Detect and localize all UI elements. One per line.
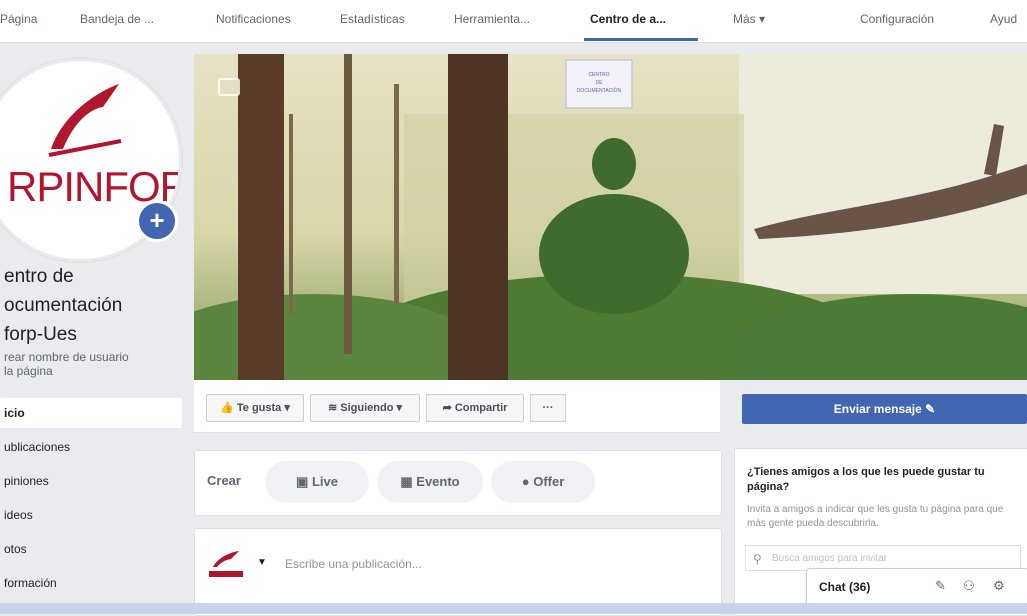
following-button[interactable]: ≋ Siguiendo ▾ [310, 394, 420, 422]
compose-icon[interactable]: ✎ [935, 578, 946, 594]
chevron-down-icon[interactable]: ▼ [257, 557, 267, 568]
calendar-icon: ▦ [400, 474, 413, 489]
bottom-status-bar [0, 603, 1027, 614]
sidebar-item-videos[interactable]: ideos [0, 500, 182, 530]
nav-tab-insights[interactable]: Estadísticas [340, 12, 405, 26]
create-event-button[interactable]: ▦ Evento [377, 461, 483, 503]
like-button-label: Te gusta ▾ [236, 402, 290, 414]
nav-tab-help[interactable]: Ayud [990, 12, 1017, 26]
create-username-link[interactable]: rear nombre de usuario la página [4, 350, 184, 378]
pencil-icon: ✎ [925, 402, 936, 416]
invite-question: ¿Tienes amigos a los que les puede gusta… [747, 466, 985, 493]
more-options-button[interactable]: ··· [530, 394, 566, 422]
page-sidebar-nav: icio ublicaciones piniones ideos otos fo… [0, 398, 182, 602]
create-post-card: Crear ▣ Live ▦ Evento ● Offer [194, 450, 722, 516]
cover-forest-mural: CENTRO DE DOCUMENTACIÓN [194, 54, 1027, 380]
nav-tab-settings[interactable]: Configuración [860, 12, 934, 26]
share-button[interactable]: ➦ Compartir [426, 394, 524, 422]
nav-tab-ad-center[interactable]: Centro de a... [590, 12, 666, 26]
svg-text:DE: DE [596, 80, 604, 86]
create-live-label: Live [311, 474, 338, 489]
sidebar-item-posts[interactable]: ublicaciones [0, 432, 182, 462]
add-people-icon[interactable]: ⚇ [963, 578, 975, 594]
invite-description: Invita a amigos a indicar que les gusta … [747, 504, 1004, 529]
page-title-line-3: forp-Ues [4, 324, 77, 345]
like-button[interactable]: 👍 Te gusta ▾ [206, 394, 304, 422]
handle-line-2: la página [4, 364, 53, 378]
svg-text:DOCUMENTACIÓN: DOCUMENTACIÓN [577, 87, 622, 94]
sidebar-item-info[interactable]: formación [0, 568, 182, 598]
create-live-button[interactable]: ▣ Live [265, 461, 369, 503]
page-title-line-1: entro de [4, 266, 74, 287]
page-action-bar: 👍 Te gusta ▾ ≋ Siguiendo ▾ ➦ Compartir ·… [194, 380, 720, 433]
page-title: entro de ocumentación forp-Ues [4, 262, 184, 349]
nav-tab-tools[interactable]: Herramienta... [454, 12, 530, 26]
share-arrow-icon: ➦ [442, 402, 452, 414]
logo-swoosh-icon [48, 84, 122, 157]
search-icon: ⚲ [753, 552, 762, 566]
create-offer-label: Offer [533, 474, 565, 489]
sidebar-item-photos[interactable]: otos [0, 534, 182, 564]
sidebar-item-home[interactable]: icio [0, 398, 182, 428]
nav-tab-page[interactable]: Página [0, 12, 37, 26]
active-tab-indicator [584, 38, 698, 41]
invite-search-placeholder: Busca amigos para invitar [772, 553, 888, 564]
gear-icon[interactable]: ⚙ [993, 578, 1005, 594]
nav-tab-notifications[interactable]: Notificaciones [216, 12, 291, 26]
camera-icon[interactable] [218, 78, 240, 96]
nav-tab-inbox[interactable]: Bandeja de ... [80, 12, 154, 26]
sidebar-item-reviews[interactable]: piniones [0, 466, 182, 496]
create-label: Crear [207, 473, 241, 488]
chat-bar[interactable]: Chat (36) ✎ ⚇ ⚙ [806, 568, 1027, 606]
create-event-label: Evento [416, 474, 460, 489]
send-message-label: Enviar mensaje [833, 402, 922, 416]
video-camera-icon: ▣ [296, 474, 309, 489]
thumbs-up-icon: 👍 [220, 402, 234, 414]
page-avatar-small-icon [209, 551, 243, 577]
page-top-nav: Página Bandeja de ... Notificaciones Est… [0, 0, 1027, 43]
handle-line-1: rear nombre de usuario [4, 350, 129, 364]
nav-tab-more[interactable]: Más ▾ [733, 12, 765, 26]
create-offer-button[interactable]: ● Offer [491, 461, 595, 503]
offer-tag-icon: ● [521, 474, 530, 489]
following-button-label: Siguiendo ▾ [340, 402, 403, 414]
composer-placeholder: Escribe una publicación... [285, 557, 422, 571]
page-title-line-2: ocumentación [4, 295, 123, 316]
svg-text:CENTRO: CENTRO [588, 72, 609, 78]
rss-icon: ≋ [327, 402, 338, 414]
chat-label: Chat (36) [819, 580, 871, 594]
add-photo-button[interactable]: + [136, 200, 178, 242]
cover-photo[interactable]: CENTRO DE DOCUMENTACIÓN [194, 54, 1027, 380]
send-message-button[interactable]: Enviar mensaje ✎ [742, 394, 1027, 424]
share-button-label: Compartir [454, 402, 508, 414]
